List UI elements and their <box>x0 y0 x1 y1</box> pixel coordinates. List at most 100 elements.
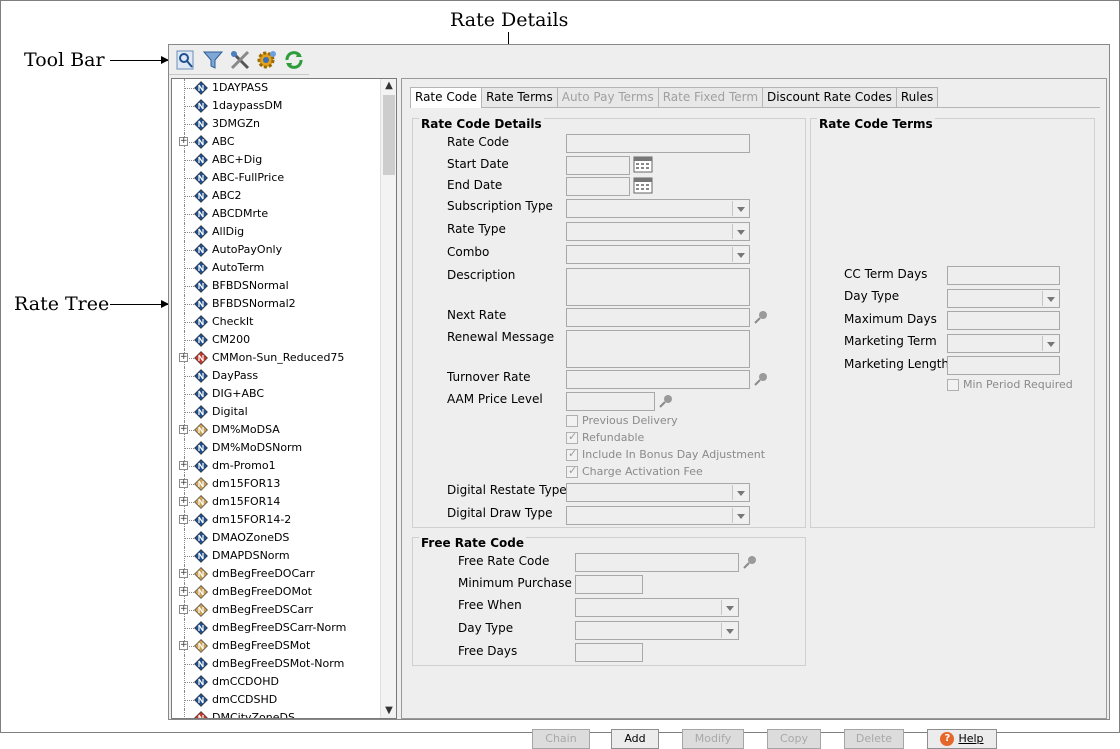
expand-icon[interactable]: + <box>179 587 188 596</box>
end-date-calendar-icon[interactable] <box>633 177 653 194</box>
rate-tree-scrollbar[interactable]: ▲ ▼ <box>380 79 396 718</box>
scroll-up-icon[interactable]: ▲ <box>381 79 396 93</box>
free-day-type-select[interactable] <box>575 621 739 640</box>
tree-item[interactable]: AutoPayOnly <box>172 241 382 259</box>
cc-term-days-field[interactable] <box>947 266 1060 285</box>
tree-item[interactable]: + dmBegFreeDOMot <box>172 583 382 601</box>
tree-item[interactable]: + dm15FOR14-2 <box>172 511 382 529</box>
free-rate-code-field[interactable] <box>575 553 739 572</box>
next-rate-field[interactable] <box>566 308 750 327</box>
rate-code-field[interactable] <box>566 134 750 153</box>
tree-item[interactable]: BFBDSNormal2 <box>172 295 382 313</box>
expand-icon[interactable]: + <box>179 353 188 362</box>
expand-icon[interactable]: + <box>179 479 188 488</box>
tab-rate-terms[interactable]: Rate Terms <box>481 87 558 107</box>
tree-item[interactable]: + CMMon-Sun_Reduced75 <box>172 349 382 367</box>
scroll-down-icon[interactable]: ▼ <box>381 704 396 718</box>
tab-rate-code[interactable]: Rate Code <box>410 87 483 108</box>
tree-item[interactable]: dmCCDSHD <box>172 691 382 709</box>
settings-gear-icon[interactable] <box>254 47 280 73</box>
free-when-select[interactable] <box>575 598 739 617</box>
combo-select[interactable] <box>566 245 750 264</box>
tree-item[interactable]: dmCCDOHD <box>172 673 382 691</box>
subscription-type-select[interactable] <box>566 199 750 218</box>
tab-rules[interactable]: Rules <box>895 87 939 107</box>
tree-item[interactable]: DMAOZoneDS <box>172 529 382 547</box>
turnover-rate-lookup-icon[interactable] <box>753 371 769 387</box>
tree-item[interactable]: 1DAYPASS <box>172 79 382 97</box>
aam-price-level-lookup-icon[interactable] <box>658 393 674 409</box>
help-button[interactable]: ? Help <box>927 729 997 749</box>
tree-item[interactable]: CM200 <box>172 331 382 349</box>
marketing-length-field[interactable] <box>947 356 1060 375</box>
tree-item[interactable]: + dm15FOR13 <box>172 475 382 493</box>
tree-item[interactable]: DMCityZoneDS <box>172 709 382 718</box>
end-date-field[interactable] <box>566 177 630 196</box>
include-bonus-checkbox[interactable]: Include In Bonus Day Adjustment <box>566 447 765 461</box>
tree-item[interactable]: DIG+ABC <box>172 385 382 403</box>
tree-item[interactable]: AllDig <box>172 223 382 241</box>
refresh-icon[interactable] <box>281 47 307 73</box>
digital-draw-type-select[interactable] <box>566 506 750 525</box>
add-button[interactable]: Add <box>611 729 659 749</box>
tools-icon[interactable] <box>227 47 253 73</box>
tree-item[interactable]: + dm-Promo1 <box>172 457 382 475</box>
previous-delivery-checkbox[interactable]: Previous Delivery <box>566 414 678 427</box>
expand-icon[interactable]: + <box>179 425 188 434</box>
expand-icon[interactable]: + <box>179 605 188 614</box>
expand-icon[interactable]: + <box>179 497 188 506</box>
tree-item[interactable]: ABC+Dig <box>172 151 382 169</box>
tree-item[interactable]: DM%MoDSNorm <box>172 439 382 457</box>
expand-icon[interactable]: + <box>179 515 188 524</box>
tree-item[interactable]: + dm15FOR14 <box>172 493 382 511</box>
delete-button[interactable]: Delete <box>844 729 904 749</box>
charge-activation-checkbox[interactable]: Charge Activation Fee <box>566 464 703 478</box>
tree-item[interactable]: dmBegFreeDSMot-Norm <box>172 655 382 673</box>
tree-item[interactable]: + dmBegFreeDOCarr <box>172 565 382 583</box>
expand-icon[interactable]: + <box>179 461 188 470</box>
tree-item[interactable]: ABC-FullPrice <box>172 169 382 187</box>
tree-item[interactable]: + dmBegFreeDSCarr <box>172 601 382 619</box>
rate-type-select[interactable] <box>566 222 750 241</box>
scroll-thumb[interactable] <box>383 95 395 175</box>
tree-item[interactable]: DayPass <box>172 367 382 385</box>
expand-icon[interactable]: + <box>179 569 188 578</box>
search-key-icon[interactable] <box>173 47 199 73</box>
free-rate-code-lookup-icon[interactable] <box>742 554 758 570</box>
tree-item[interactable]: BFBDSNormal <box>172 277 382 295</box>
tree-item[interactable]: dmBegFreeDSCarr-Norm <box>172 619 382 637</box>
next-rate-lookup-icon[interactable] <box>753 309 769 325</box>
refundable-checkbox[interactable]: Refundable <box>566 430 644 444</box>
tree-item[interactable]: CheckIt <box>172 313 382 331</box>
marketing-term-select[interactable] <box>947 334 1060 353</box>
tree-item[interactable]: AutoTerm <box>172 259 382 277</box>
tree-item[interactable]: DMAPDSNorm <box>172 547 382 565</box>
chain-button[interactable]: Chain <box>532 729 590 749</box>
tree-item[interactable]: ABCDMrte <box>172 205 382 223</box>
tree-item[interactable]: 1daypassDM <box>172 97 382 115</box>
filter-funnel-icon[interactable] <box>200 47 226 73</box>
turnover-rate-field[interactable] <box>566 370 750 389</box>
min-period-required-checkbox[interactable]: Min Period Required <box>947 378 1073 391</box>
renewal-message-textarea[interactable] <box>566 330 750 368</box>
day-type-select[interactable] <box>947 289 1060 308</box>
tree-item[interactable]: + dmBegFreeDSMot <box>172 637 382 655</box>
start-date-field[interactable] <box>566 156 630 175</box>
aam-price-level-field[interactable] <box>566 392 655 411</box>
copy-button[interactable]: Copy <box>767 729 821 749</box>
tab-discount-rate-codes[interactable]: Discount Rate Codes <box>762 87 897 107</box>
modify-button[interactable]: Modify <box>682 729 744 749</box>
maximum-days-field[interactable] <box>947 311 1060 330</box>
start-date-calendar-icon[interactable] <box>633 156 653 173</box>
tree-item[interactable]: ABC2 <box>172 187 382 205</box>
tree-item[interactable]: + DM%MoDSA <box>172 421 382 439</box>
expand-icon[interactable]: + <box>179 641 188 650</box>
tree-item[interactable]: 3DMGZn <box>172 115 382 133</box>
expand-icon[interactable]: + <box>179 137 188 146</box>
tree-item[interactable]: + ABC <box>172 133 382 151</box>
free-days-field[interactable] <box>575 643 643 662</box>
description-textarea[interactable] <box>566 268 750 306</box>
digital-restate-type-select[interactable] <box>566 483 750 502</box>
minimum-purchase-field[interactable] <box>575 575 643 594</box>
tree-item[interactable]: Digital <box>172 403 382 421</box>
